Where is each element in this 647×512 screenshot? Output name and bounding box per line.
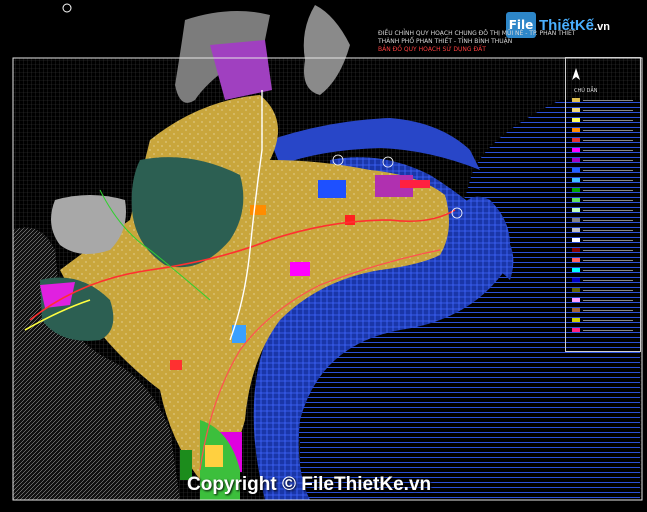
- legend-swatch: [572, 148, 580, 152]
- legend-swatch: [572, 208, 580, 212]
- legend-label-line: [583, 219, 633, 221]
- legend-swatch: [572, 198, 580, 202]
- legend-row: [572, 178, 633, 182]
- legend-label-line: [583, 229, 633, 231]
- legend-swatch: [572, 268, 580, 272]
- legend-label-line: [583, 189, 633, 191]
- legend-swatch: [572, 188, 580, 192]
- block-yellow-1: [205, 445, 223, 467]
- legend-row: [572, 258, 633, 262]
- legend-row: [572, 298, 633, 302]
- legend-row: [572, 208, 633, 212]
- legend-label-line: [583, 169, 633, 171]
- legend-swatch: [572, 288, 580, 292]
- map-title-line-3: BẢN ĐỒ QUY HOẠCH SỬ DỤNG ĐẤT: [378, 46, 486, 53]
- legend-panel: CHÚ DẪN: [565, 57, 641, 352]
- legend-label-line: [583, 129, 633, 131]
- legend-label-line: [583, 289, 633, 291]
- legend-row: [572, 248, 633, 252]
- legend-row: [572, 118, 633, 122]
- legend-row: [572, 238, 633, 242]
- legend-row: [572, 228, 633, 232]
- logo-domain: .vn: [594, 20, 610, 33]
- legend-row: [572, 308, 633, 312]
- legend-row: [572, 98, 633, 102]
- legend-row: [572, 268, 633, 272]
- legend-swatch: [572, 248, 580, 252]
- legend-row: [572, 128, 633, 132]
- legend-swatch: [572, 158, 580, 162]
- legend-swatch: [572, 308, 580, 312]
- block-red-3: [345, 215, 355, 225]
- legend-swatch: [572, 298, 580, 302]
- legend-label-line: [583, 99, 633, 101]
- block-orange-1: [250, 205, 266, 215]
- legend-label-line: [583, 259, 633, 261]
- legend-label-line: [583, 149, 633, 151]
- legend-label-line: [583, 119, 633, 121]
- legend-label-line: [583, 239, 633, 241]
- legend-swatch: [572, 168, 580, 172]
- legend-swatch: [572, 218, 580, 222]
- block-magenta-1: [290, 262, 310, 276]
- legend-swatch: [572, 108, 580, 112]
- legend-swatch: [572, 318, 580, 322]
- legend-swatch: [572, 138, 580, 142]
- legend-row: [572, 168, 633, 172]
- legend-row: [572, 108, 633, 112]
- legend-row: [572, 218, 633, 222]
- legend-row: [572, 188, 633, 192]
- copyright-watermark: Copyright © FileThietKe.vn: [187, 474, 432, 495]
- legend-label-line: [583, 139, 633, 141]
- block-red-2: [170, 360, 182, 370]
- legend-row: [572, 278, 633, 282]
- legend-row: [572, 148, 633, 152]
- legend-label-line: [583, 309, 633, 311]
- legend-swatch: [572, 258, 580, 262]
- legend-row: [572, 158, 633, 162]
- legend-swatch: [572, 98, 580, 102]
- legend-swatch: [572, 228, 580, 232]
- legend-label-line: [583, 179, 633, 181]
- legend-row: [572, 198, 633, 202]
- legend-label-line: [583, 269, 633, 271]
- legend-swatch: [572, 118, 580, 122]
- legend-swatch: [572, 328, 580, 332]
- legend-label-line: [583, 209, 633, 211]
- legend-label-line: [583, 279, 633, 281]
- legend-swatch: [572, 278, 580, 282]
- legend-row: [572, 328, 633, 332]
- legend-label-line: [583, 159, 633, 161]
- legend-swatch: [572, 178, 580, 182]
- map-title-line-2: THÀNH PHỐ PHAN THIẾT - TỈNH BÌNH THUẬN: [378, 38, 513, 45]
- legend-row: [572, 288, 633, 292]
- legend-label-line: [583, 109, 633, 111]
- legend-row: [572, 138, 633, 142]
- legend-label-line: [583, 299, 633, 301]
- map-title-line-1: ĐIỀU CHỈNH QUY HOẠCH CHUNG ĐÔ THỊ MŨI NÉ…: [378, 30, 576, 37]
- legend-label-line: [583, 199, 633, 201]
- legend-row: [572, 318, 633, 322]
- legend-label-line: [583, 319, 633, 321]
- legend-label-line: [583, 329, 633, 331]
- top-marker-icon: [62, 3, 72, 13]
- legend-title: CHÚ DẪN: [574, 88, 598, 94]
- block-blue-1: [318, 180, 346, 198]
- legend-swatch: [572, 128, 580, 132]
- land-use-map: [12, 3, 643, 501]
- legend-swatch: [572, 238, 580, 242]
- block-red-1: [400, 180, 430, 188]
- legend-label-line: [583, 249, 633, 251]
